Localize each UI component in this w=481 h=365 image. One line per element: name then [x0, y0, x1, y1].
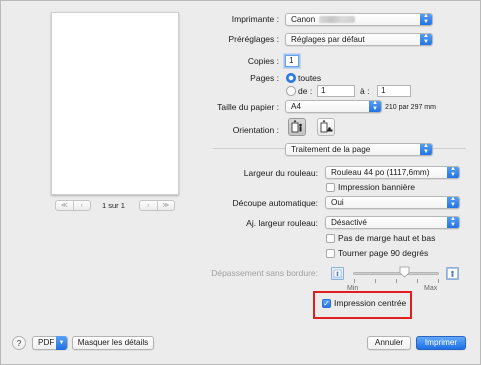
pdf-label: PDF: [38, 338, 55, 347]
rotate-checkbox[interactable]: [326, 249, 335, 258]
chevron-updown-icon: ▲ ▼: [447, 197, 459, 208]
printer-label: Imprimante :: [231, 14, 279, 24]
chevron-updown-icon: ▲ ▼: [447, 167, 459, 178]
first-page-button[interactable]: ≪: [56, 201, 73, 210]
chevron-updown-icon: ▲ ▼: [447, 217, 459, 228]
chevron-updown-icon: ▲ ▼: [369, 101, 381, 112]
pages-range-radio[interactable]: [286, 86, 296, 96]
min-extension-icon: [331, 267, 344, 280]
cancel-button[interactable]: Annuler: [367, 336, 411, 350]
slider-tick: [396, 279, 397, 283]
copies-label: Copies :: [247, 56, 279, 66]
chevron-down-icon: ▼: [56, 336, 67, 350]
next-page-button[interactable]: ›: [140, 201, 157, 210]
fit-roll-label: Aj. largeur rouleau:: [246, 218, 318, 228]
borderless-slider[interactable]: [353, 272, 439, 275]
auto-cut-label: Découpe automatique:: [232, 198, 318, 208]
fit-roll-value: Désactivé: [331, 218, 367, 227]
paper-size-label: Taille du papier :: [217, 102, 279, 112]
slider-knob[interactable]: [399, 266, 410, 278]
page-indicator: 1 sur 1: [102, 201, 125, 210]
no-margin-label: Pas de marge haut et bas: [338, 233, 436, 243]
pages-to-input[interactable]: 1: [377, 85, 411, 97]
last-page-button[interactable]: ≫: [156, 201, 175, 210]
roll-width-label: Largeur du rouleau:: [243, 168, 318, 178]
preview-back-nav: ≪ ‹: [55, 200, 91, 211]
landscape-icon: [320, 119, 333, 133]
pages-all-radio[interactable]: [286, 73, 296, 83]
portrait-icon: [291, 119, 302, 133]
fit-roll-popup[interactable]: Désactivé ▲ ▼: [325, 216, 460, 229]
paper-size-value: A4: [291, 102, 302, 111]
pages-label: Pages :: [250, 73, 279, 83]
landscape-button[interactable]: [317, 118, 335, 136]
hide-details-button[interactable]: Masquer les détails: [72, 336, 154, 350]
slider-tick: [375, 279, 376, 283]
copies-input[interactable]: 1: [285, 55, 299, 67]
section-popup[interactable]: Traitement de la page ▲ ▼: [285, 143, 433, 156]
presets-popup[interactable]: Réglages par défaut ▲ ▼: [285, 33, 433, 46]
portrait-button[interactable]: [288, 118, 306, 136]
auto-cut-value: Oui: [331, 198, 344, 207]
no-margin-checkbox[interactable]: [326, 234, 335, 243]
max-extension-icon: [446, 267, 459, 280]
banner-checkbox[interactable]: [326, 183, 335, 192]
highlight-box: [313, 291, 412, 319]
printer-model-blurred: [319, 16, 356, 23]
slider-tick: [417, 279, 418, 283]
orientation-label: Orientation :: [232, 125, 279, 135]
pages-from-input[interactable]: 1: [317, 85, 355, 97]
paper-size-popup[interactable]: A4 ▲ ▼: [285, 100, 382, 113]
paper-dimensions: 210 par 297 mm: [385, 104, 436, 111]
slider-tick: [438, 279, 439, 283]
roll-width-value: Rouleau 44 po (1117,6mm): [331, 168, 430, 177]
roll-width-popup[interactable]: Rouleau 44 po (1117,6mm) ▲ ▼: [325, 166, 460, 179]
auto-cut-popup[interactable]: Oui ▲ ▼: [325, 196, 460, 209]
presets-value: Réglages par défaut: [291, 35, 365, 44]
presets-label: Préréglages :: [228, 34, 279, 44]
slider-max-label: Max: [424, 285, 438, 292]
printer-value: Canon: [291, 15, 316, 24]
chevron-updown-icon: ▲ ▼: [420, 34, 432, 45]
chevron-updown-icon: ▲ ▼: [420, 14, 432, 25]
pages-from-label: de :: [298, 86, 313, 96]
pages-all-label: toutes: [298, 73, 322, 83]
chevron-updown-icon: ▲ ▼: [420, 144, 432, 155]
print-dialog: ≪ ‹ 1 sur 1 › ≫ Imprimante : Canon ▲ ▼ Pr…: [0, 0, 481, 365]
help-button[interactable]: ?: [12, 336, 26, 350]
print-button[interactable]: Imprimer: [416, 336, 466, 350]
pdf-menu-button[interactable]: PDF ▼: [32, 336, 68, 350]
section-value: Traitement de la page: [291, 145, 371, 154]
pages-to-label: à :: [360, 86, 370, 96]
page-preview: [51, 12, 179, 195]
preview-forward-nav: › ≫: [139, 200, 175, 211]
rotate-label: Tourner page 90 degrés: [338, 248, 429, 258]
prev-page-button[interactable]: ‹: [72, 201, 91, 210]
banner-label: Impression bannière: [338, 182, 416, 192]
borderless-label: Dépassement sans bordure:: [211, 268, 318, 278]
printer-popup[interactable]: Canon ▲ ▼: [285, 13, 433, 26]
